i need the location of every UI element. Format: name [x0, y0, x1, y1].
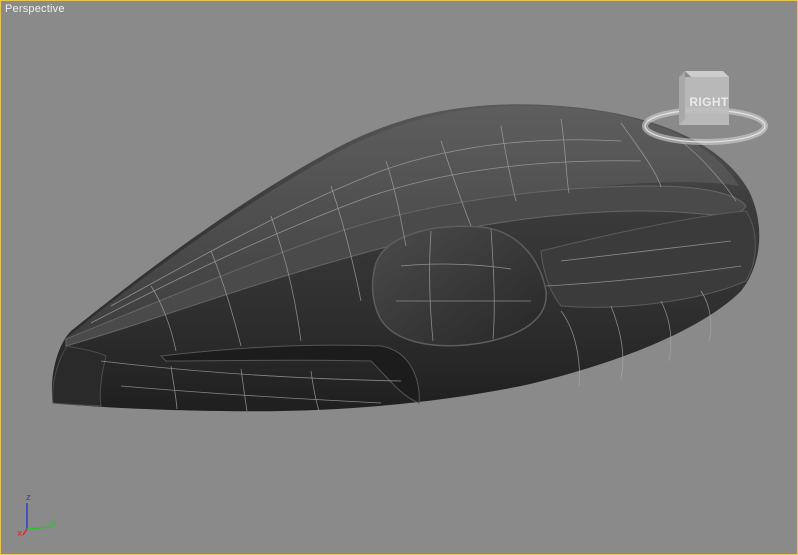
y-axis-label: y	[51, 518, 57, 528]
x-axis-line	[22, 528, 28, 536]
shaded-mesh-model[interactable]	[51, 104, 760, 412]
perspective-viewport[interactable]: Perspective RIGHT z y x	[0, 0, 798, 555]
y-axis-line	[26, 526, 52, 530]
viewcube-side-face	[679, 71, 685, 125]
model-knee-pad	[371, 225, 547, 347]
viewport-label[interactable]: Perspective	[5, 3, 65, 15]
viewcube-top-face	[685, 71, 729, 77]
viewcube-face-label[interactable]: RIGHT	[687, 95, 731, 109]
axis-tripod-gizmo: z y x	[15, 491, 65, 541]
z-axis-label: z	[26, 493, 31, 503]
scene-canvas[interactable]	[1, 1, 797, 554]
x-axis-label: x	[17, 529, 23, 539]
axis-tripod-icon	[22, 503, 52, 536]
